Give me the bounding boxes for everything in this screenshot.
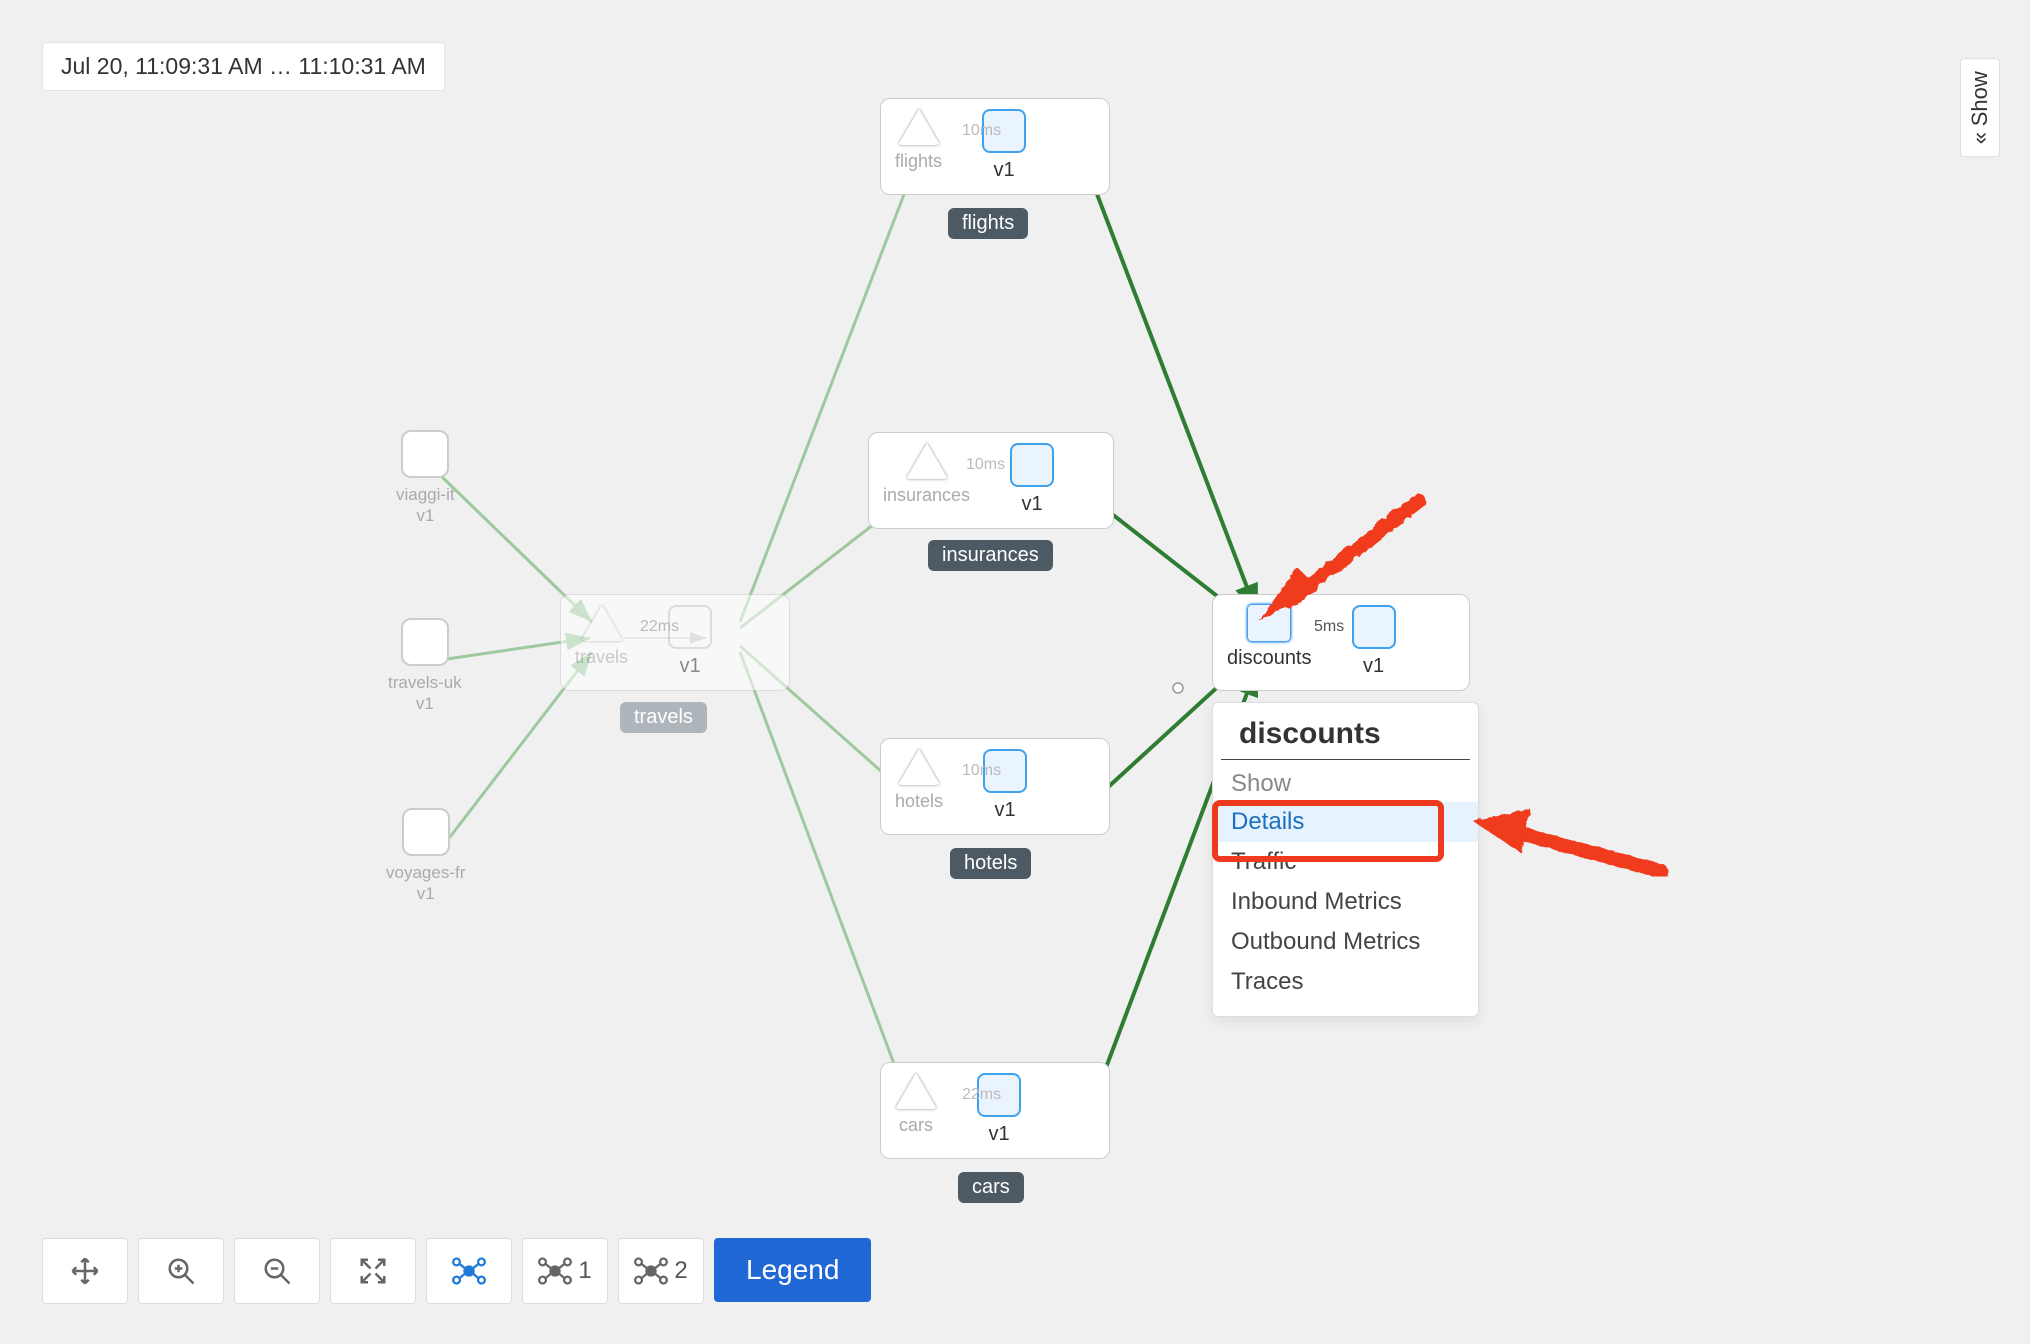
layout-default-button[interactable] bbox=[426, 1238, 512, 1304]
origin-node-viaggi-it[interactable]: viaggi-itv1 bbox=[396, 430, 455, 527]
legend-button[interactable]: Legend bbox=[714, 1238, 871, 1302]
move-icon bbox=[70, 1256, 100, 1286]
context-menu-item-outbound[interactable]: Outbound Metrics bbox=[1213, 922, 1478, 962]
context-menu-subheading: Show bbox=[1213, 766, 1478, 802]
origin-node-travels-uk[interactable]: travels-ukv1 bbox=[388, 618, 462, 715]
group-label-insurances: insurances bbox=[928, 540, 1053, 571]
latency-label: 10ms bbox=[962, 122, 1001, 140]
service-node-flights[interactable]: flights v1 bbox=[880, 98, 1110, 195]
layout-1-button[interactable]: 1 bbox=[522, 1238, 608, 1304]
layout-2-button[interactable]: 2 bbox=[618, 1238, 704, 1304]
workload-icon bbox=[401, 430, 449, 478]
service-icon bbox=[906, 443, 948, 479]
layout-suffix: 2 bbox=[674, 1257, 687, 1285]
latency-label: 22ms bbox=[640, 618, 679, 636]
service-icon bbox=[898, 109, 940, 145]
service-label: cars bbox=[899, 1115, 933, 1136]
service-node-hotels[interactable]: hotels v1 bbox=[880, 738, 1110, 835]
service-node-insurances[interactable]: insurances v1 bbox=[868, 432, 1114, 529]
service-icon bbox=[895, 1073, 937, 1109]
service-node-cars[interactable]: cars v1 bbox=[880, 1062, 1110, 1159]
origin-label: travels-ukv1 bbox=[388, 672, 462, 715]
context-menu: discounts Show Details Traffic Inbound M… bbox=[1212, 702, 1479, 1017]
version-icon bbox=[1352, 605, 1396, 649]
latency-label: 10ms bbox=[966, 456, 1005, 474]
service-label: discounts bbox=[1227, 647, 1312, 670]
show-panel-label: Show bbox=[1967, 71, 1993, 126]
service-label: hotels bbox=[895, 791, 943, 812]
workload-icon bbox=[401, 618, 449, 666]
latency-label: 10ms bbox=[962, 762, 1001, 780]
origin-label: viaggi-itv1 bbox=[396, 484, 455, 527]
chevron-double-icon: « bbox=[1967, 132, 1993, 144]
fit-button[interactable] bbox=[330, 1238, 416, 1304]
group-label-cars: cars bbox=[958, 1172, 1024, 1203]
version-label: v1 bbox=[679, 655, 700, 678]
service-icon bbox=[898, 749, 940, 785]
service-icon bbox=[581, 605, 623, 641]
context-menu-item-inbound[interactable]: Inbound Metrics bbox=[1213, 882, 1478, 922]
version-label: v1 bbox=[993, 159, 1014, 182]
latency-label: 5ms bbox=[1314, 618, 1344, 636]
latency-label: 22ms bbox=[962, 1086, 1001, 1104]
service-label: travels bbox=[575, 647, 628, 668]
zoom-out-icon bbox=[262, 1256, 292, 1286]
expand-icon bbox=[358, 1256, 388, 1286]
group-label-hotels: hotels bbox=[950, 848, 1031, 879]
service-node-discounts[interactable]: discounts v1 bbox=[1212, 594, 1470, 691]
service-label: insurances bbox=[883, 485, 970, 506]
annotation-arrow-side bbox=[1460, 790, 1680, 900]
origin-label: voyages-frv1 bbox=[386, 862, 465, 905]
context-menu-item-details[interactable]: Details bbox=[1213, 802, 1478, 842]
zoom-in-button[interactable] bbox=[138, 1238, 224, 1304]
version-label: v1 bbox=[1021, 493, 1042, 516]
group-label-flights: flights bbox=[948, 208, 1028, 239]
version-label: v1 bbox=[1363, 655, 1384, 678]
zoom-out-button[interactable] bbox=[234, 1238, 320, 1304]
layout-suffix: 1 bbox=[578, 1257, 591, 1285]
graph-layout-icon bbox=[452, 1256, 486, 1286]
service-label: flights bbox=[895, 151, 942, 172]
graph-layout-icon bbox=[634, 1256, 668, 1286]
graph-toolbar: 1 2 Legend bbox=[42, 1238, 871, 1304]
context-menu-item-traffic[interactable]: Traffic bbox=[1213, 842, 1478, 882]
graph-layout-icon bbox=[538, 1256, 572, 1286]
show-panel-toggle[interactable]: « Show bbox=[1960, 58, 2000, 157]
context-menu-title: discounts bbox=[1221, 713, 1470, 760]
service-icon bbox=[1248, 605, 1290, 641]
timestamp-text: Jul 20, 11:09:31 AM … 11:10:31 AM bbox=[61, 53, 426, 79]
drag-button[interactable] bbox=[42, 1238, 128, 1304]
context-menu-item-traces[interactable]: Traces bbox=[1213, 962, 1478, 1002]
workload-icon bbox=[402, 808, 450, 856]
version-label: v1 bbox=[994, 799, 1015, 822]
service-node-travels[interactable]: travels v1 bbox=[560, 594, 790, 691]
timestamp-badge: Jul 20, 11:09:31 AM … 11:10:31 AM bbox=[42, 42, 445, 91]
zoom-in-icon bbox=[166, 1256, 196, 1286]
group-label-travels: travels bbox=[620, 702, 707, 733]
origin-node-voyages-fr[interactable]: voyages-frv1 bbox=[386, 808, 465, 905]
version-label: v1 bbox=[988, 1123, 1009, 1146]
version-icon bbox=[1010, 443, 1054, 487]
